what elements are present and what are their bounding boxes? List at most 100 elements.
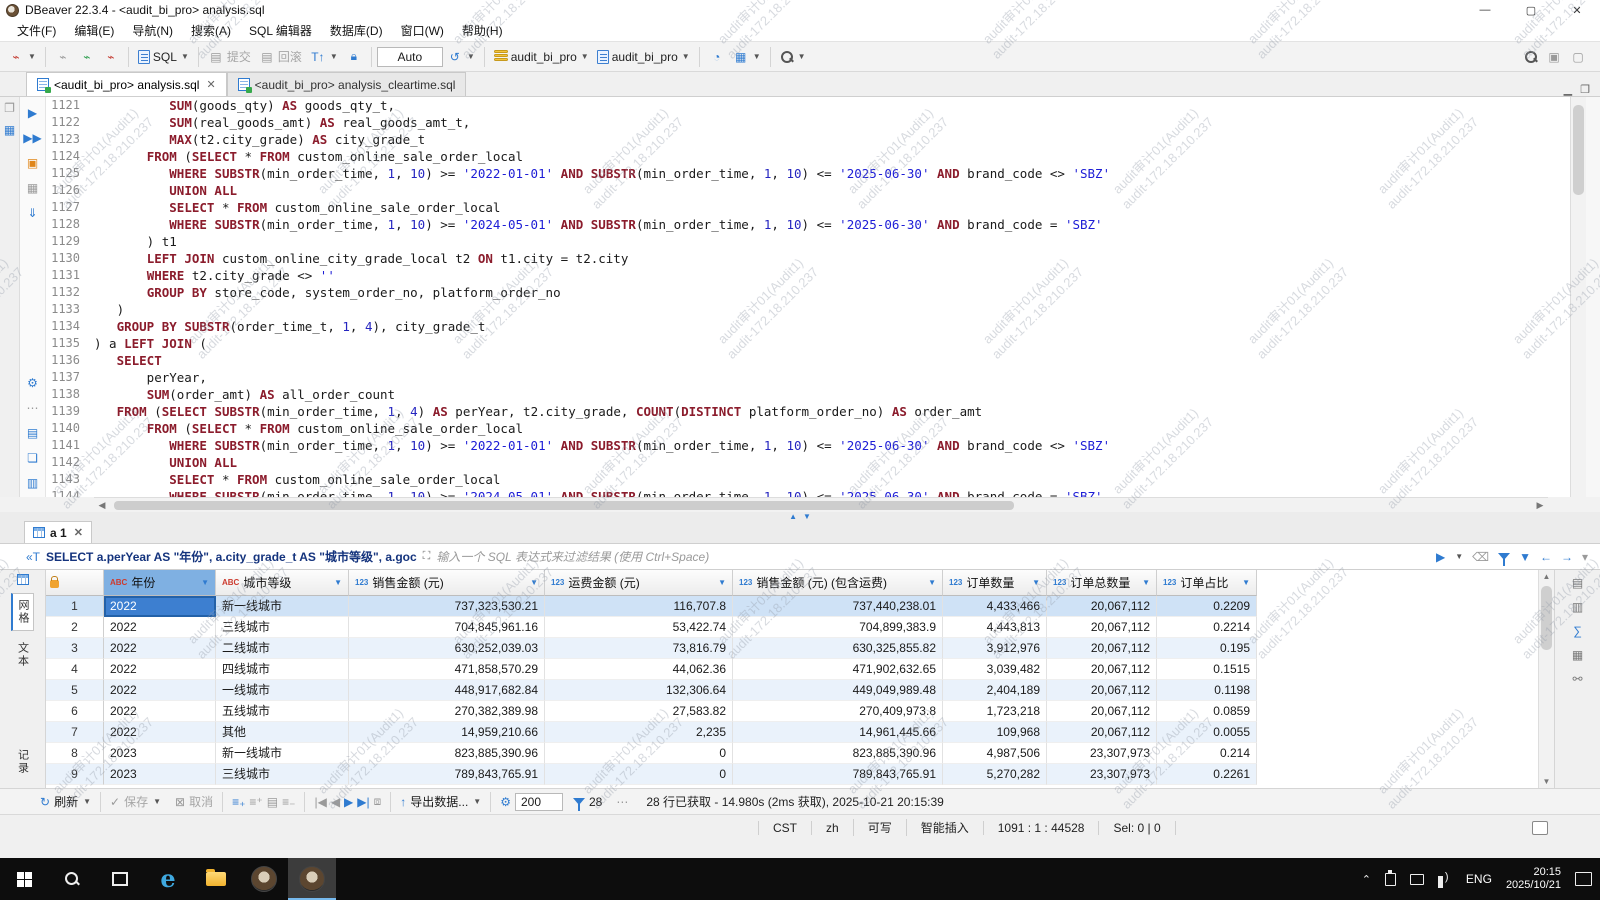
grid-cell[interactable]: 2,235 — [545, 722, 733, 743]
code-line[interactable]: 1129 ) t1 — [46, 233, 1570, 250]
start-button[interactable] — [0, 858, 48, 900]
filter-input[interactable]: 输入一个 SQL 表达式来过滤结果 (使用 Ctrl+Space) — [436, 548, 1436, 565]
rollback-button[interactable]: ▤ 回滚 — [255, 46, 306, 67]
history-back-icon[interactable]: ← — [1540, 550, 1552, 564]
export-dropdown-icon[interactable]: ▼ — [473, 797, 481, 806]
code-line[interactable]: 1143 SELECT * FROM custom_online_sale_or… — [46, 471, 1570, 488]
grid-corner-cell[interactable] — [46, 570, 104, 596]
code-line[interactable]: 1124 FROM (SELECT * FROM custom_online_s… — [46, 148, 1570, 165]
file-explorer-button[interactable] — [192, 858, 240, 900]
table-row[interactable]: 3 2022 二线城市 630,252,039.03 73,816.79 630,325,… — [46, 638, 1538, 659]
fetch-size-input[interactable]: 200 — [514, 792, 563, 811]
grid-cell[interactable]: 823,885,390.96 — [733, 743, 943, 764]
grid-cell[interactable]: 2022 — [104, 596, 216, 617]
code-line[interactable]: 1135) a LEFT JOIN ( — [46, 335, 1570, 352]
transaction-log-button[interactable]: T↑ ▼ — [306, 47, 342, 67]
network-icon[interactable] — [1409, 873, 1424, 885]
execute-statement-icon[interactable]: ▶ — [24, 105, 42, 121]
status-caret-position[interactable]: 1091 : 1 : 44528 — [982, 820, 1099, 835]
column-dropdown-icon[interactable]: ▼ — [1142, 573, 1150, 593]
sash-down-icon[interactable]: ▼ — [803, 512, 811, 521]
grid-cell[interactable]: 20,067,112 — [1047, 659, 1157, 680]
maximize-button[interactable]: ▢ — [1508, 0, 1554, 20]
search-button[interactable]: ▼ — [776, 48, 810, 66]
code-line[interactable]: 1138 SUM(order_amt) AS all_order_count — [46, 386, 1570, 403]
grid-cell[interactable]: 4,443,813 — [943, 617, 1047, 638]
grid-cell[interactable]: 0.1198 — [1157, 680, 1257, 701]
grid-cell[interactable]: 132,306.64 — [545, 680, 733, 701]
menu-item-2[interactable]: 导航(N) — [123, 22, 182, 39]
table-row[interactable]: 1 2022 新一线城市 737,323,530.21 116,707.8 737,440… — [46, 596, 1538, 617]
close-button[interactable]: ✕ — [1554, 0, 1600, 20]
grid-cell[interactable]: 116,707.8 — [545, 596, 733, 617]
row-number-cell[interactable]: 3 — [46, 638, 104, 659]
grid-cell[interactable]: 20,067,112 — [1047, 638, 1157, 659]
grid-cell[interactable]: 2023 — [104, 743, 216, 764]
editor-horizontal-scrollbar[interactable]: ◀ ▶ — [94, 497, 1548, 512]
code-line[interactable]: 1137 perYear, — [46, 369, 1570, 386]
table-row[interactable]: 2 2022 三线城市 704,845,961.16 53,422.74 704,899,… — [46, 617, 1538, 638]
usb-device-icon[interactable] — [1384, 869, 1396, 886]
grid-cell[interactable]: 0.2209 — [1157, 596, 1257, 617]
grid-cell[interactable]: 20,067,112 — [1047, 701, 1157, 722]
row-number-cell[interactable]: 4 — [46, 659, 104, 680]
references-panel-icon[interactable]: ⚯ — [1572, 672, 1582, 686]
column-dropdown-icon[interactable]: ▼ — [201, 573, 209, 593]
side-tab-record[interactable]: 记录 — [13, 744, 33, 780]
duplicate-row-icon[interactable]: ≡⁺ — [249, 795, 262, 809]
grid-cell[interactable]: 5,270,282 — [943, 764, 1047, 785]
grid-cell[interactable]: 20,067,112 — [1047, 722, 1157, 743]
table-row[interactable]: 5 2022 一线城市 448,917,682.84 132,306.64 449,049… — [46, 680, 1538, 701]
code-line[interactable]: 1131 WHERE t2.city_grade <> '' — [46, 267, 1570, 284]
row-number-cell[interactable]: 7 — [46, 722, 104, 743]
editor-tab-analysis-cleartime[interactable]: <audit_bi_pro> analysis_cleartime.sql — [226, 72, 467, 96]
sash-up-icon[interactable]: ▲ — [789, 512, 797, 521]
execute-script-icon[interactable]: ▶▶ — [23, 130, 41, 146]
code-line[interactable]: 1127 SELECT * FROM custom_online_sale_or… — [46, 199, 1570, 216]
export-script-icon[interactable]: ⇓ — [24, 205, 42, 221]
code-line[interactable]: 1144 WHERE SUBSTR(min_order_time, 1, 10)… — [46, 488, 1570, 497]
table-row[interactable]: 6 2022 五线城市 270,382,389.98 27,583.82 270,409,… — [46, 701, 1538, 722]
grid-cell[interactable]: 789,843,765.91 — [349, 764, 545, 785]
grid-cell[interactable]: 449,049,989.48 — [733, 680, 943, 701]
grid-cell[interactable]: 630,252,039.03 — [349, 638, 545, 659]
code-line[interactable]: 1132 GROUP BY store_code, system_order_n… — [46, 284, 1570, 301]
schema-select[interactable]: audit_bi_pro ▼ — [593, 48, 694, 66]
menu-item-5[interactable]: 数据库(D) — [321, 22, 392, 39]
grid-scroll-up-icon[interactable]: ▲ — [1539, 572, 1554, 581]
column-header-3[interactable]: 123 运费金额 (元) ▼ — [545, 570, 733, 596]
grid-cell[interactable]: 471,858,570.29 — [349, 659, 545, 680]
column-dropdown-icon[interactable]: ▼ — [718, 573, 726, 593]
grid-cell[interactable]: 3,039,482 — [943, 659, 1047, 680]
explain-plan-icon[interactable]: ▣ — [24, 155, 42, 171]
grid-cell[interactable]: 44,062.36 — [545, 659, 733, 680]
code-line[interactable]: 1130 LEFT JOIN custom_online_city_grade_… — [46, 250, 1570, 267]
database-select[interactable]: audit_bi_pro ▼ — [490, 48, 593, 66]
code-area[interactable]: 1121 SUM(goods_qty) AS goods_qty_t, 1122 … — [46, 97, 1570, 497]
expand-filter-icon[interactable]: ⛶ — [423, 550, 431, 563]
grid-cell[interactable]: 4,987,506 — [943, 743, 1047, 764]
keyboard-language[interactable]: ENG — [1466, 872, 1492, 886]
code-line[interactable]: 1134 GROUP BY SUBSTR(order_time_t, 1, 4)… — [46, 318, 1570, 335]
value-panel-icon[interactable]: ▤ — [1572, 576, 1583, 590]
edge-button[interactable]: e — [144, 858, 192, 900]
minimize-button[interactable]: — — [1462, 0, 1508, 20]
grid-cell[interactable]: 1,723,218 — [943, 701, 1047, 722]
data-transfer-icon[interactable]: ▥ — [24, 475, 42, 491]
grid-cell[interactable]: 其他 — [216, 722, 349, 743]
side-tab-text[interactable]: 文本 — [13, 637, 33, 673]
row-number-cell[interactable]: 8 — [46, 743, 104, 764]
restore-panel-icon[interactable]: ❐ — [4, 101, 15, 115]
sql-editor-button[interactable]: SQL ▼ — [134, 48, 193, 66]
menu-item-4[interactable]: SQL 编辑器 — [240, 22, 321, 39]
grid-cell[interactable]: 0.0055 — [1157, 722, 1257, 743]
compare-button[interactable]: ▦ ▼ — [729, 47, 765, 67]
grid-cell[interactable]: 27,583.82 — [545, 701, 733, 722]
grid-cell[interactable]: 789,843,765.91 — [733, 764, 943, 785]
grid-cell[interactable]: 新一线城市 — [216, 743, 349, 764]
grid-cell[interactable]: 20,067,112 — [1047, 596, 1157, 617]
grid-cell[interactable]: 14,959,210.66 — [349, 722, 545, 743]
scroll-right-icon[interactable]: ▶ — [1532, 500, 1548, 511]
panel-menu-icon[interactable]: ▾ — [1582, 550, 1588, 564]
editor-overflow-icon[interactable]: ⋯ — [24, 400, 42, 416]
